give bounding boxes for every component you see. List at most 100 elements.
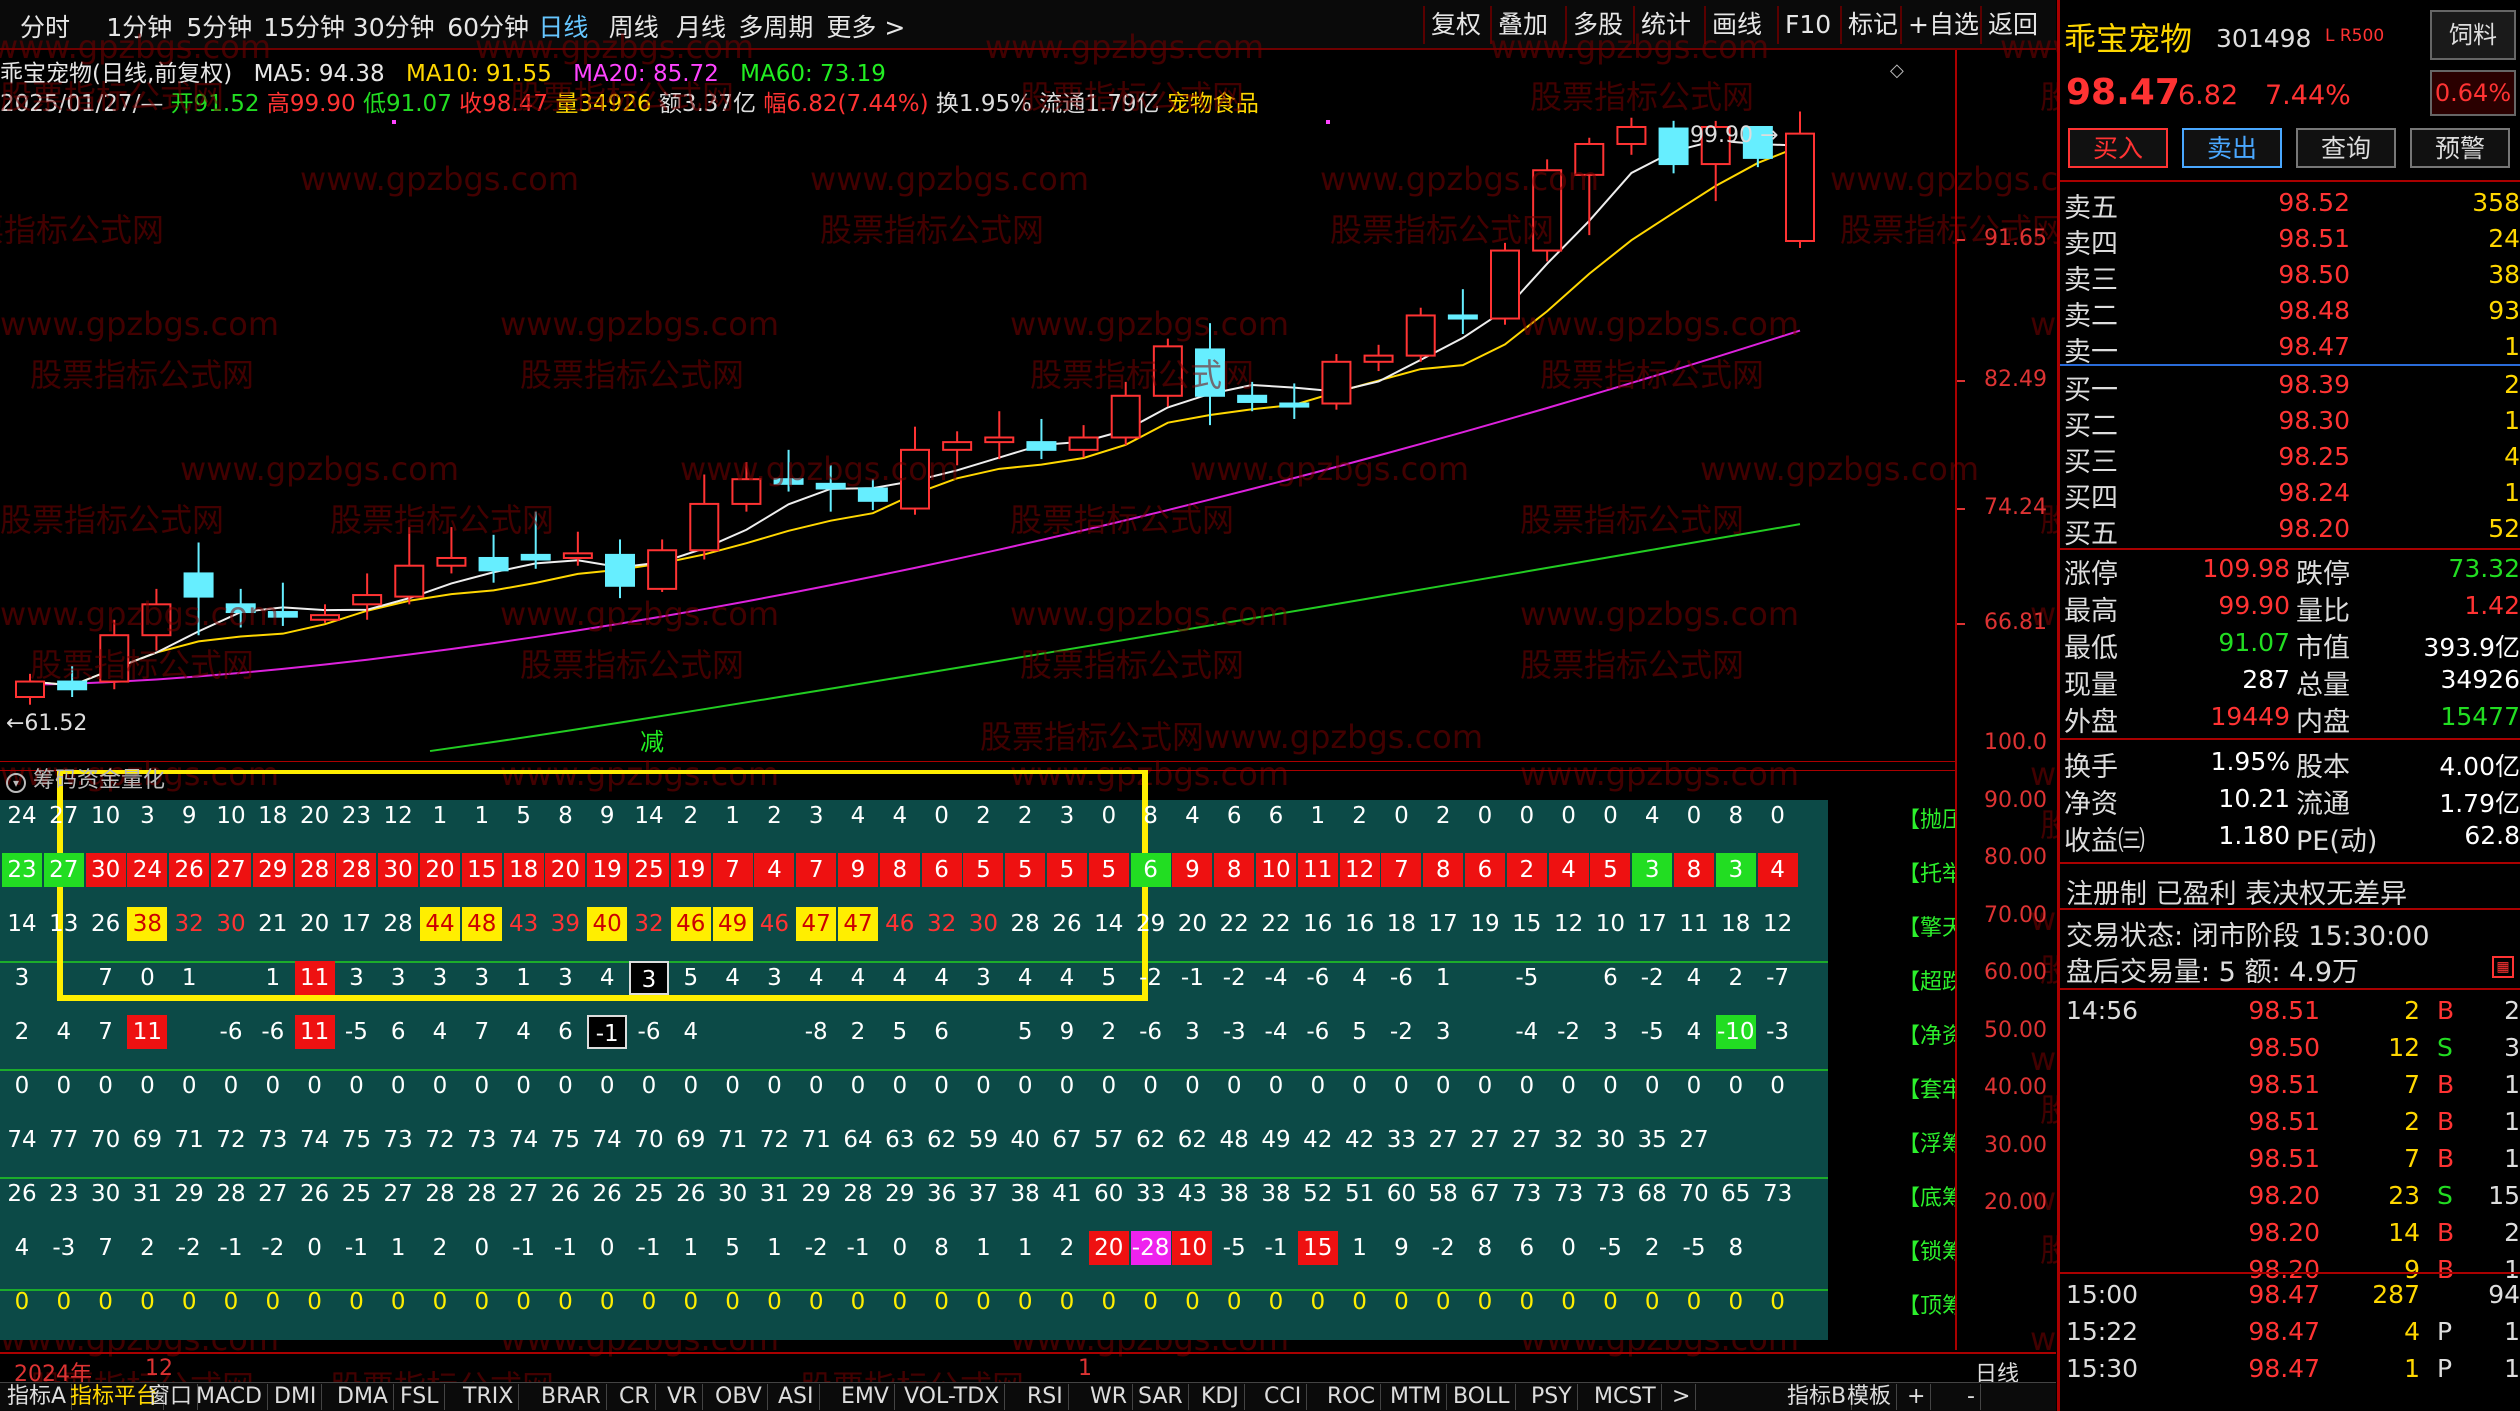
indicator-tab-19[interactable]: CCI xyxy=(1259,1384,1308,1410)
candle-body[interactable] xyxy=(689,502,720,552)
candle-body[interactable] xyxy=(1363,354,1394,363)
candlestick-chart[interactable]: 99.90 → ←61.52 减 xyxy=(0,50,1955,762)
indicator-tab-10[interactable]: VR xyxy=(662,1384,704,1410)
indicator-tab-17[interactable]: SAR xyxy=(1133,1384,1189,1410)
indicator-tab-23[interactable]: PSY xyxy=(1526,1384,1578,1410)
indicator-tab-15[interactable]: RSI xyxy=(1022,1384,1069,1410)
indicator-label-2: 【擎天 xyxy=(1898,916,1955,941)
collapse-icon[interactable]: ▾ xyxy=(6,773,26,793)
candle-body[interactable] xyxy=(1321,360,1352,405)
period-tab-2[interactable]: 5分钟 xyxy=(186,8,252,44)
period-tab-5[interactable]: 60分钟 xyxy=(447,8,529,44)
indicator-tab-5[interactable]: DMA xyxy=(332,1384,394,1410)
indicator-tab-8[interactable]: BRAR xyxy=(536,1384,607,1410)
candle-body[interactable] xyxy=(815,482,846,490)
indicator-tab-28[interactable]: + xyxy=(1902,1384,1932,1410)
calendar-icon[interactable]: ▦ xyxy=(2492,956,2514,978)
indicator-tab-24[interactable]: MCST xyxy=(1589,1384,1662,1410)
candle-body[interactable] xyxy=(1574,142,1605,176)
indicator-title-bar[interactable]: ▾ 筹码资金量化 xyxy=(6,762,165,794)
indicator-tab-13[interactable]: EMV xyxy=(836,1384,895,1410)
period-tab-6[interactable]: 日线 xyxy=(538,8,588,44)
indicator-tab-27[interactable]: 模板 xyxy=(1842,1384,1898,1410)
indicator-tab-11[interactable]: OBV xyxy=(710,1384,768,1410)
period-tab-10[interactable]: 更多 > xyxy=(826,8,905,44)
candle-body[interactable] xyxy=(605,553,635,587)
indicator-tab-22[interactable]: BOLL xyxy=(1448,1384,1516,1410)
candle-body[interactable] xyxy=(647,549,678,590)
candle-body[interactable] xyxy=(942,441,973,451)
indicator-tab-2[interactable]: 窗口 xyxy=(143,1384,199,1410)
candle-body[interactable] xyxy=(436,556,467,567)
indicator-tab-21[interactable]: MTM xyxy=(1385,1384,1448,1410)
candle-body[interactable] xyxy=(225,603,256,614)
candle-body[interactable] xyxy=(183,572,214,598)
candle-body[interactable] xyxy=(857,487,888,502)
toolbar-button-0[interactable]: 复权 xyxy=(1423,6,1487,44)
candle-body[interactable] xyxy=(1490,249,1520,320)
candle-body[interactable] xyxy=(352,594,383,606)
sector-button[interactable]: 饲料 xyxy=(2430,10,2516,60)
indicator-tab-16[interactable]: WR xyxy=(1085,1384,1134,1410)
period-tab-8[interactable]: 月线 xyxy=(676,8,726,44)
period-tab-3[interactable]: 15分钟 xyxy=(263,8,345,44)
indicator-tab-4[interactable]: DMI xyxy=(269,1384,323,1410)
candle-body[interactable] xyxy=(1532,169,1563,252)
indicator-tab-3[interactable]: MACD xyxy=(191,1384,268,1410)
indicator-tab-20[interactable]: ROC xyxy=(1322,1384,1381,1410)
toolbar-button-5[interactable]: F10 xyxy=(1777,6,1837,44)
period-tab-9[interactable]: 多周期 xyxy=(738,8,813,44)
indicator-tab-29[interactable]: - xyxy=(1962,1384,1981,1410)
sell-button[interactable]: 卖出 xyxy=(2182,128,2282,168)
candle-body[interactable] xyxy=(1658,127,1689,166)
candle-body[interactable] xyxy=(1110,394,1141,439)
indicator-tab-14[interactable]: VOL-TDX xyxy=(899,1384,1006,1410)
candle-body[interactable] xyxy=(1152,345,1183,397)
candle-body[interactable] xyxy=(520,553,551,561)
candle-body[interactable] xyxy=(267,611,298,618)
candle-body[interactable] xyxy=(15,680,45,698)
candle-body[interactable] xyxy=(310,614,340,621)
period-tab-0[interactable]: 分时 xyxy=(20,8,70,44)
period-tab-1[interactable]: 1分钟 xyxy=(106,8,172,44)
tick-price: 98.51 xyxy=(2248,1144,2320,1173)
candle-body[interactable] xyxy=(773,478,804,485)
candle-body[interactable] xyxy=(1068,436,1099,451)
buy-button[interactable]: 买入 xyxy=(2068,128,2168,168)
indicator-tab-7[interactable]: TRIX xyxy=(458,1384,520,1410)
indicator-tab-18[interactable]: KDJ xyxy=(1196,1384,1245,1410)
candle-body[interactable] xyxy=(562,552,593,559)
indicator-tab-9[interactable]: CR xyxy=(614,1384,656,1410)
candle-body[interactable] xyxy=(1237,394,1268,403)
toolbar-button-7[interactable]: +自选 xyxy=(1900,6,1985,44)
indicator-tab-25[interactable]: > xyxy=(1667,1384,1697,1410)
candle-body[interactable] xyxy=(394,564,425,598)
indicator-tab-12[interactable]: ASI xyxy=(773,1384,820,1410)
candle-body[interactable] xyxy=(141,603,172,637)
toolbar-button-3[interactable]: 统计 xyxy=(1633,6,1697,44)
period-tab-7[interactable]: 周线 xyxy=(609,8,659,44)
candle-body[interactable] xyxy=(1195,348,1225,397)
period-tab-4[interactable]: 30分钟 xyxy=(353,8,435,44)
candle-body[interactable] xyxy=(99,634,130,683)
toolbar-button-2[interactable]: 多股 xyxy=(1565,6,1629,44)
candle-body[interactable] xyxy=(984,436,1015,444)
query-button[interactable]: 查询 xyxy=(2296,128,2396,168)
candle-body[interactable] xyxy=(478,556,509,572)
candle-body[interactable] xyxy=(1026,441,1057,451)
toolbar-button-4[interactable]: 画线 xyxy=(1704,6,1768,44)
candle-body[interactable] xyxy=(1785,132,1815,242)
toolbar-button-1[interactable]: 叠加 xyxy=(1490,6,1554,44)
candle-body[interactable] xyxy=(1447,314,1478,320)
indicator-tab-6[interactable]: FSL xyxy=(395,1384,445,1410)
candle-body[interactable] xyxy=(1616,125,1647,145)
indicator-tab-0[interactable]: 指标A xyxy=(2,1384,73,1410)
candle-body[interactable] xyxy=(1279,402,1310,408)
toolbar-button-6[interactable]: 标记 xyxy=(1840,6,1904,44)
candle-body[interactable] xyxy=(731,478,762,505)
candle-body[interactable] xyxy=(900,448,930,510)
candle-body[interactable] xyxy=(57,680,88,691)
toolbar-button-8[interactable]: 返回 xyxy=(1980,6,2044,44)
alert-button[interactable]: 预警 xyxy=(2410,128,2510,168)
candle-body[interactable] xyxy=(1405,314,1436,357)
